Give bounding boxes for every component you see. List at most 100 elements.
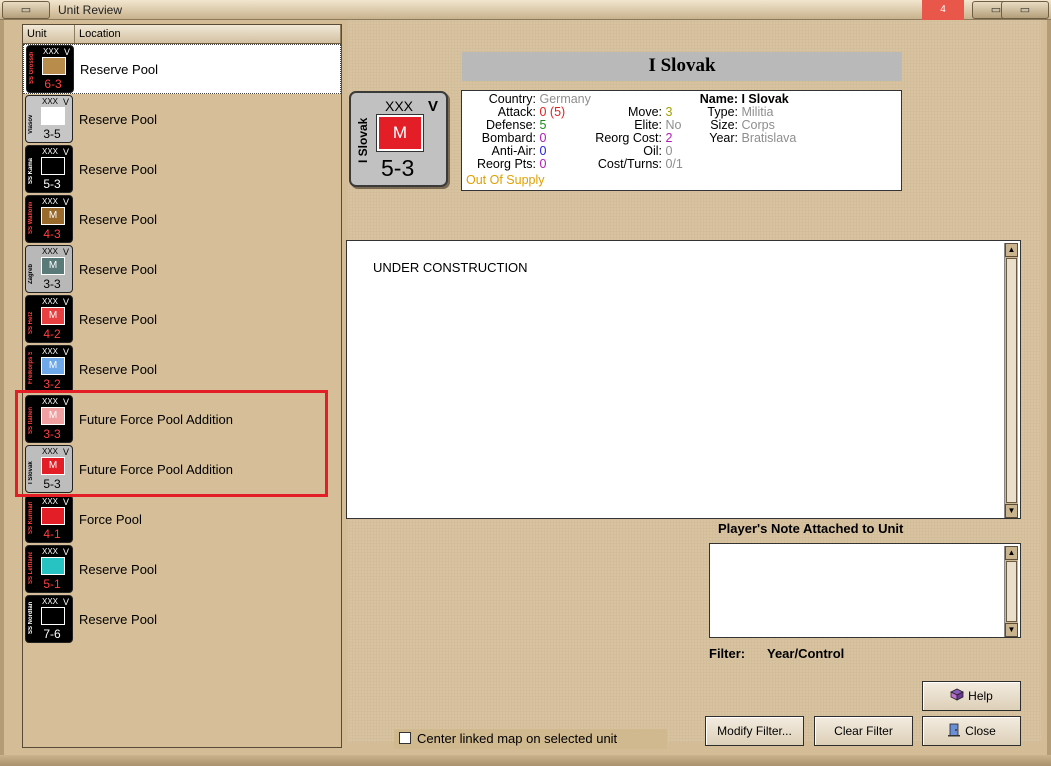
unit-counter: XXX V SS Lettland 5-1 [25, 545, 73, 593]
unit-location: Reserve Pool [79, 311, 158, 327]
unit-location: Reserve Pool [79, 261, 158, 277]
bottom-frame [0, 755, 1051, 766]
unit-list-row[interactable]: XXX V SS Hetz M 4-2 Reserve Pool [23, 294, 341, 344]
window-menu-button[interactable]: ▭ [2, 1, 50, 19]
player-note-input[interactable]: ▲ ▼ [709, 543, 1021, 638]
filter-label: Filter: [709, 646, 746, 661]
unit-counter: XXX V SS Hetz M 4-2 [25, 295, 73, 343]
counter-unit-name: I Slovak [356, 117, 370, 163]
unit-list-row[interactable]: XXX V SS Lettland 5-1 Reserve Pool [23, 544, 341, 594]
counter-size: XXX [42, 497, 59, 506]
counter-strength: 7-6 [43, 627, 61, 641]
unit-location: Reserve Pool [79, 211, 158, 227]
counter-strength: 5-1 [43, 577, 61, 591]
unit-location: Force Pool [79, 511, 142, 527]
unit-list-row[interactable]: XXX V Vlasov 3-5 Reserve Pool [23, 94, 341, 144]
scroll-down-icon[interactable]: ▼ [1005, 504, 1018, 518]
window-alert-button[interactable]: 4 [922, 0, 964, 20]
counter-strength: 4-2 [43, 327, 61, 341]
stat-reorg-cost: Reorg Cost: 2 [595, 131, 673, 145]
selected-unit-counter: XXX V I Slovak M 5-3 [349, 91, 448, 187]
center-map-checkbox-row[interactable]: Center linked map on selected unit [394, 729, 667, 749]
counter-mark: V [62, 297, 69, 307]
counter-mark: V [62, 247, 69, 257]
stat-country: Country: Germany [488, 92, 591, 106]
filter-value: Year/Control [767, 646, 845, 661]
title-bar: ▭ Unit Review 4 ▭ ▭ [0, 0, 1051, 20]
unit-counter: XXX V Zagreb M 3-3 [25, 245, 73, 293]
note-scroll-down-icon[interactable]: ▼ [1005, 623, 1018, 637]
counter-strength: 4-1 [43, 527, 61, 541]
counter-strength: 5-3 [381, 155, 415, 181]
unit-list-row[interactable]: XXX V SS Kurmark 4-1 Force Pool [23, 494, 341, 544]
militia-symbol-icon: M [376, 114, 424, 152]
unit-type-icon: M [41, 307, 65, 325]
supply-status: Out Of Supply [466, 173, 545, 187]
stat-move: Move: 3 [627, 105, 673, 119]
counter-strength: 3-3 [43, 277, 61, 291]
close-button-label: Close [965, 724, 996, 738]
close-window-button[interactable]: ▭ [1001, 1, 1049, 19]
stat-year: Year: Bratislava [709, 131, 797, 145]
counter-size: XXX [42, 97, 59, 106]
counter-size: XXX [42, 597, 59, 606]
unit-location: Reserve Pool [79, 611, 158, 627]
unit-type-icon [42, 57, 66, 75]
unit-list-row[interactable]: XXX V Freikorps SS M 3-2 Reserve Pool [23, 344, 341, 394]
help-button[interactable]: Help [922, 681, 1021, 711]
stat-cost-turns: Cost/Turns: 0/1 [597, 157, 683, 171]
unit-counter: XXX V Freikorps SS M 3-2 [25, 345, 73, 393]
column-header-location[interactable]: Location [75, 25, 341, 43]
stat-elite: Elite: No [634, 118, 682, 132]
help-book-icon [950, 684, 965, 701]
counter-size: XXX [385, 98, 414, 114]
unit-location: Reserve Pool [79, 111, 158, 127]
counter-mark: V [63, 47, 70, 57]
modify-filter-button[interactable]: Modify Filter... [705, 716, 804, 746]
scroll-thumb[interactable] [1006, 258, 1017, 503]
counter-size: XXX [42, 197, 59, 206]
list-header: Unit Location [23, 25, 341, 44]
counter-strength: 3-2 [43, 377, 61, 391]
unit-type-icon [41, 557, 65, 575]
center-map-checkbox[interactable] [399, 732, 411, 744]
unit-type-icon: M [41, 257, 65, 275]
note-scroll-thumb[interactable] [1006, 561, 1017, 622]
unit-list-row[interactable]: XXX V SS Wallonien M 4-3 Reserve Pool [23, 194, 341, 244]
unit-counter: XXX V SS Nordland 7-6 [25, 595, 73, 643]
counter-size: XXX [42, 297, 59, 306]
unit-description-box[interactable]: UNDER CONSTRUCTION ▲ ▼ [346, 240, 1021, 519]
unit-stats-panel: Country: Germany Attack: 0 (5) Defense: … [461, 90, 902, 191]
counter-mark: V [62, 547, 69, 557]
counter-size: XXX [43, 47, 60, 56]
unit-list-row[interactable]: XXX V SS Nordland 7-6 Reserve Pool [23, 594, 341, 644]
clear-filter-button[interactable]: Clear Filter [814, 716, 913, 746]
column-header-unit[interactable]: Unit [23, 25, 75, 43]
unit-list[interactable]: Unit Location XXX V SS Grossdeutschland … [22, 24, 342, 748]
unit-list-row[interactable]: XXX V Zagreb M 3-3 Reserve Pool [23, 244, 341, 294]
note-scrollbar[interactable]: ▲ ▼ [1004, 546, 1018, 637]
counter-mark: V [62, 497, 69, 507]
counter-strength: 4-3 [43, 227, 61, 241]
window-title: Unit Review [58, 3, 123, 17]
counter-size: XXX [42, 347, 59, 356]
unit-location: Reserve Pool [79, 361, 158, 377]
unit-type-icon [41, 157, 65, 175]
scroll-up-icon[interactable]: ▲ [1005, 243, 1018, 257]
counter-mark: V [62, 597, 69, 607]
note-scroll-up-icon[interactable]: ▲ [1005, 546, 1018, 560]
counter-mark: V [62, 197, 69, 207]
unit-location: Reserve Pool [79, 561, 158, 577]
counter-strength: 5-3 [43, 177, 61, 191]
help-button-label: Help [968, 689, 993, 703]
stat-defense: Defense: 5 [485, 118, 547, 132]
unit-counter: XXX V SS Wallonien M 4-3 [25, 195, 73, 243]
counter-size: XXX [42, 547, 59, 556]
description-scrollbar[interactable]: ▲ ▼ [1004, 243, 1018, 518]
unit-list-row[interactable]: XXX V SS Grossdeutschland 6-3 Reserve Po… [23, 44, 341, 94]
unit-list-row[interactable]: XXX V SS Kama 5-3 Reserve Pool [23, 144, 341, 194]
stat-reorg-pts: Reorg Pts: 0 [476, 157, 547, 171]
close-button[interactable]: Close [922, 716, 1021, 746]
stat-oil: Oil: 0 [643, 144, 673, 158]
counter-mark: V [62, 97, 69, 107]
